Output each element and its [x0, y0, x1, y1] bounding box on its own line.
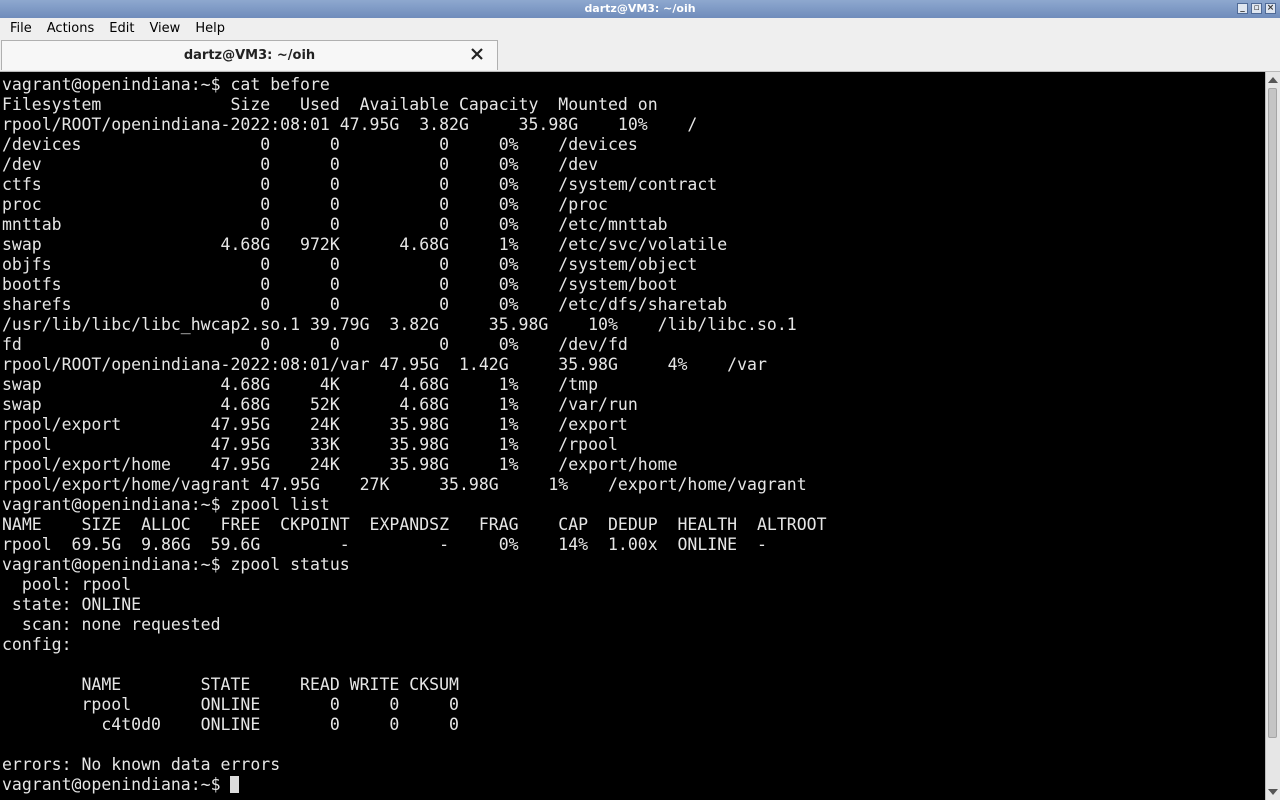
window-titlebar[interactable]: dartz@VM3: ~/oih _ ▫ ×	[0, 0, 1280, 18]
minimize-icon[interactable]: _	[1237, 3, 1248, 14]
terminal-line: mnttab 0 0 0 0% /etc/mnttab	[2, 215, 668, 234]
terminal-line: swap 4.68G 972K 4.68G 1% /etc/svc/volati…	[2, 235, 728, 254]
menu-view[interactable]: View	[144, 21, 185, 36]
terminal-prompt: vagrant@openindiana:~$	[2, 775, 231, 794]
tab-label: dartz@VM3: ~/oih	[183, 48, 316, 63]
terminal-line: rpool/ROOT/openindiana-2022:08:01/var 47…	[2, 355, 767, 374]
maximize-icon[interactable]: ▫	[1251, 3, 1262, 14]
terminal-line: rpool/ROOT/openindiana-2022:08:01 47.95G…	[2, 115, 698, 134]
terminal-line: proc 0 0 0 0% /proc	[2, 195, 608, 214]
terminal-line: rpool/export 47.95G 24K 35.98G 1% /expor…	[2, 415, 628, 434]
terminal-output[interactable]: vagrant@openindiana:~$ cat before Filesy…	[0, 72, 1265, 800]
terminal-line: state: ONLINE	[11, 595, 142, 614]
window-controls: _ ▫ ×	[1237, 3, 1276, 14]
terminal-line: vagrant@openindiana:~$ cat before	[2, 75, 330, 94]
terminal-line: errors: No known data errors	[2, 755, 281, 774]
terminal-line: bootfs 0 0 0 0% /system/boot	[2, 275, 678, 294]
terminal-line: rpool 69.5G 9.86G 59.6G - - 0% 14% 1.00x…	[2, 535, 767, 554]
menu-edit[interactable]: Edit	[104, 21, 139, 36]
terminal-line: /devices 0 0 0 0% /devices	[2, 135, 638, 154]
terminal-window: dartz@VM3: ~/oih _ ▫ × File Actions Edit…	[0, 0, 1280, 800]
vertical-scrollbar[interactable]	[1265, 72, 1280, 800]
terminal-line: /usr/lib/libc/libc_hwcap2.so.1 39.79G 3.…	[2, 315, 797, 334]
tab-terminal[interactable]: dartz@VM3: ~/oih	[1, 40, 498, 70]
terminal-line: swap 4.68G 4K 4.68G 1% /tmp	[2, 375, 599, 394]
terminal-line: sharefs 0 0 0 0% /etc/dfs/sharetab	[2, 295, 728, 314]
terminal-line: Filesystem Size Used Available Capacity …	[2, 95, 658, 114]
terminal-line: fd 0 0 0 0% /dev/fd	[2, 335, 628, 354]
terminal-line: c4t0d0 ONLINE 0 0 0	[101, 715, 459, 734]
terminal-line: rpool/export/home/vagrant 47.95G 27K 35.…	[2, 475, 807, 494]
window-title: dartz@VM3: ~/oih	[584, 2, 696, 15]
terminal-line: ctfs 0 0 0 0% /system/contract	[2, 175, 718, 194]
menu-file[interactable]: File	[5, 21, 37, 36]
terminal-line: rpool/export/home 47.95G 24K 35.98G 1% /…	[2, 455, 678, 474]
close-x-icon[interactable]	[469, 46, 485, 62]
terminal-line: rpool ONLINE 0 0 0	[81, 695, 459, 714]
scroll-up-arrow-icon[interactable]	[1268, 77, 1278, 83]
terminal-line: pool: rpool	[21, 575, 132, 594]
tab-bar: dartz@VM3: ~/oih	[0, 39, 1280, 72]
terminal-line: objfs 0 0 0 0% /system/object	[2, 255, 698, 274]
close-icon[interactable]: ×	[1265, 3, 1276, 14]
terminal-line: NAME SIZE ALLOC FREE CKPOINT EXPANDSZ FR…	[2, 515, 827, 534]
terminal-line: scan: none requested	[21, 615, 221, 634]
terminal-line: vagrant@openindiana:~$ zpool list	[2, 495, 330, 514]
menubar: File Actions Edit View Help	[0, 18, 1280, 39]
terminal-line: /dev 0 0 0 0% /dev	[2, 155, 599, 174]
terminal-line: NAME STATE READ WRITE CKSUM	[81, 675, 459, 694]
terminal-line: vagrant@openindiana:~$ zpool status	[2, 555, 350, 574]
menu-actions[interactable]: Actions	[42, 21, 100, 36]
terminal-text: vagrant@openindiana:~$ cat before Filesy…	[0, 72, 1265, 795]
terminal-line: config:	[2, 635, 72, 654]
text-cursor	[230, 776, 240, 793]
terminal-lines: vagrant@openindiana:~$ cat before Filesy…	[2, 75, 827, 774]
scroll-thumb[interactable]	[1268, 88, 1277, 738]
scroll-down-arrow-icon[interactable]	[1268, 789, 1278, 795]
terminal-line: swap 4.68G 52K 4.68G 1% /var/run	[2, 395, 638, 414]
terminal-line: rpool 47.95G 33K 35.98G 1% /rpool	[2, 435, 618, 454]
menu-help[interactable]: Help	[190, 21, 230, 36]
